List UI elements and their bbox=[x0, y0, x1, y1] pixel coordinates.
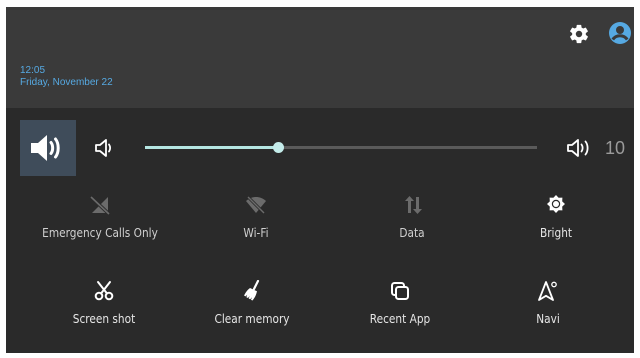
recent-apps-icon bbox=[391, 282, 409, 300]
signal-off-icon bbox=[89, 195, 111, 216]
tile-label: Screen shot bbox=[72, 312, 136, 326]
tile-label: Clear memory bbox=[214, 312, 290, 326]
speaker-loud-icon bbox=[31, 135, 60, 161]
tile-label: Wi-Fi bbox=[243, 226, 269, 240]
broom-icon bbox=[244, 280, 260, 301]
navigation-icon bbox=[538, 281, 557, 301]
tile-emergency-calls[interactable]: Emergency Calls Only bbox=[22, 194, 178, 241]
tile-recent-app[interactable]: Recent App bbox=[322, 280, 478, 327]
volume-slider-thumb[interactable] bbox=[273, 142, 285, 153]
data-arrows-icon bbox=[405, 196, 422, 214]
volume-level: 10 bbox=[605, 138, 626, 158]
wifi-off-icon bbox=[246, 195, 266, 215]
tile-screen-shot[interactable]: Screen shot bbox=[26, 280, 182, 327]
status-header: 12:05 Friday, November 22 bbox=[6, 7, 634, 108]
speaker-high-icon bbox=[567, 139, 589, 157]
clock-date: Friday, November 22 bbox=[20, 77, 113, 88]
notification-panel: 12:05 Friday, November 22 10 Emergency C… bbox=[6, 7, 634, 353]
tile-bright[interactable]: Bright bbox=[478, 194, 634, 241]
volume-slider-fill bbox=[145, 146, 279, 149]
tile-label: Bright bbox=[539, 226, 573, 240]
scissors-icon bbox=[94, 281, 114, 301]
tile-navi[interactable]: Navi bbox=[470, 280, 626, 327]
tile-data[interactable]: Data bbox=[334, 194, 490, 241]
tile-label: Navi bbox=[536, 312, 560, 326]
volume-slider[interactable] bbox=[145, 142, 537, 153]
brightness-icon bbox=[547, 195, 565, 213]
volume-mode-button[interactable] bbox=[20, 120, 76, 176]
tile-wifi[interactable]: Wi-Fi bbox=[178, 194, 334, 241]
tile-label: Data bbox=[399, 226, 425, 240]
clock-time: 12:05 bbox=[20, 65, 46, 76]
gear-icon[interactable] bbox=[568, 23, 590, 45]
tile-label: Recent App bbox=[369, 312, 431, 326]
tile-clear-memory[interactable]: Clear memory bbox=[174, 280, 330, 327]
tile-label: Emergency Calls Only bbox=[42, 226, 158, 240]
speaker-low-icon bbox=[95, 139, 112, 157]
account-circle-icon[interactable] bbox=[608, 21, 632, 45]
